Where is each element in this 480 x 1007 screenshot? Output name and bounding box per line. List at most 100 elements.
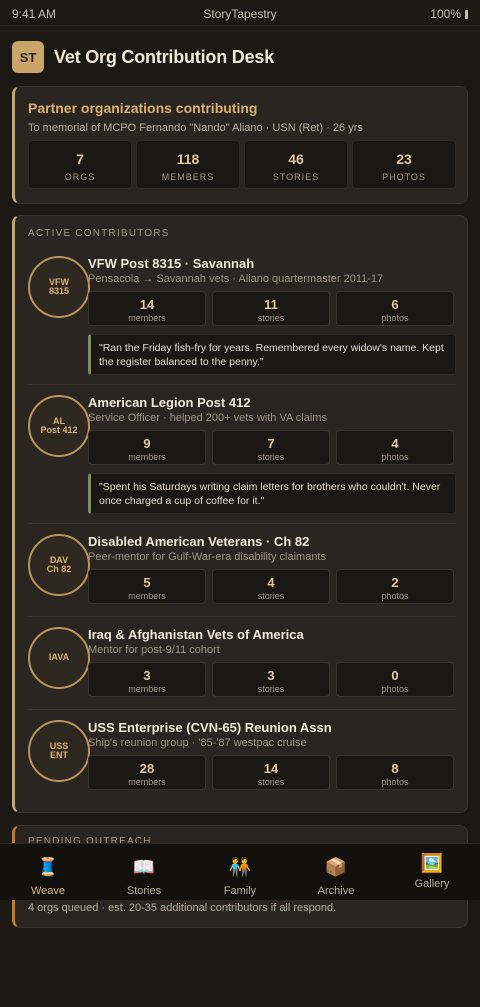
org-stat-members[interactable]: 3 members <box>88 662 206 697</box>
tab-family[interactable]: 🧑‍🤝‍🧑 Family <box>192 844 288 900</box>
stat-value: 5 <box>143 575 151 590</box>
tab-archive[interactable]: 📦 Archive <box>288 844 384 900</box>
summary-card: Partner organizations contributing To me… <box>12 86 468 204</box>
org-subtitle: Peer-mentor for Gulf-War-era disability … <box>88 551 326 563</box>
tab-weave[interactable]: 🧵 Weave <box>0 844 96 900</box>
stat-value: 0 <box>391 668 399 683</box>
stat-label: members <box>128 684 166 694</box>
tab-stories[interactable]: 📖 Stories <box>96 844 192 900</box>
stat-label: stories <box>257 452 285 462</box>
org-iava[interactable]: IAVA Iraq & Afghanistan Vets of America … <box>28 627 456 702</box>
stat-stories[interactable]: 46 STORIES <box>244 140 348 189</box>
org-stat-members[interactable]: 9 members <box>88 430 206 465</box>
contributors-card: ACTIVE CONTRIBUTORS VFW 8315 VFW Post 83… <box>12 215 468 813</box>
org-name: VFW Post 8315 · Savannah <box>88 256 255 271</box>
tab-label: Archive <box>317 885 355 897</box>
org-name: Disabled American Veterans · Ch 82 <box>88 534 310 549</box>
divider <box>28 384 456 385</box>
divider <box>28 616 456 617</box>
tab-label: Family <box>223 885 257 897</box>
stat-value: 28 <box>139 761 155 776</box>
stat-label: stories <box>257 777 285 787</box>
org-subtitle: Service Officer · helped 200+ vets with … <box>88 412 327 424</box>
org-dav-ch82[interactable]: DAV Ch 82 Disabled American Veterans · C… <box>28 534 456 609</box>
pending-summary: 4 orgs queued · est. 20-35 additional co… <box>28 902 337 914</box>
box-icon: 📦 <box>324 857 348 877</box>
status-app-name: StoryTapestry <box>203 7 277 21</box>
battery-icon <box>465 9 468 19</box>
stat-label: photos <box>381 313 409 323</box>
org-badge: AL Post 412 <box>28 395 90 457</box>
org-badge: DAV Ch 82 <box>28 534 90 596</box>
stat-value: 4 <box>391 436 399 451</box>
picture-icon: 🖼️ <box>420 853 444 873</box>
org-stat-members[interactable]: 28 members <box>88 755 206 790</box>
org-stat-stories[interactable]: 7 stories <box>212 430 330 465</box>
org-stat-stories[interactable]: 4 stories <box>212 569 330 604</box>
tab-gallery[interactable]: 🖼️ Gallery <box>384 844 480 900</box>
stat-value: 9 <box>143 436 151 451</box>
org-quote: "Spent his Saturdays writing claim lette… <box>88 473 456 514</box>
tab-bar: 🧵 Weave 📖 Stories 🧑‍🤝‍🧑 Family 📦 Archive… <box>0 843 480 900</box>
stat-members[interactable]: 118 MEMBERS <box>136 140 240 189</box>
stat-label: members <box>128 777 166 787</box>
status-bar: 9:41 AM StoryTapestry 100% <box>0 0 480 26</box>
org-stat-photos[interactable]: 2 photos <box>336 569 454 604</box>
summary-stats: 7 ORGS 118 MEMBERS 46 STORIES 23 PHOTOS <box>28 140 456 189</box>
org-stat-photos[interactable]: 8 photos <box>336 755 454 790</box>
org-stats: 5 members 4 stories 2 photos <box>88 569 454 604</box>
org-stat-stories[interactable]: 11 stories <box>212 291 330 326</box>
org-vfw-8315[interactable]: VFW 8315 VFW Post 8315 · Savannah Pensac… <box>28 256 456 383</box>
stat-value: 3 <box>143 668 151 683</box>
app-logo[interactable]: ST <box>12 41 44 73</box>
stat-label: ORGS <box>64 172 96 182</box>
org-stat-stories[interactable]: 14 stories <box>212 755 330 790</box>
org-name: American Legion Post 412 <box>88 395 251 410</box>
org-stat-members[interactable]: 14 members <box>88 291 206 326</box>
org-uss-enterprise[interactable]: USS ENT USS Enterprise (CVN-65) Reunion … <box>28 720 456 795</box>
stat-value: 4 <box>267 575 275 590</box>
stat-value: 118 <box>176 151 200 167</box>
tab-label: Gallery <box>414 878 450 890</box>
org-stats: 3 members 3 stories 0 photos <box>88 662 454 697</box>
org-stat-photos[interactable]: 4 photos <box>336 430 454 465</box>
stat-label: members <box>128 313 166 323</box>
stat-label: stories <box>257 313 285 323</box>
stat-value: 7 <box>76 151 84 167</box>
stat-value: 46 <box>288 151 304 167</box>
stat-label: members <box>128 591 166 601</box>
stat-value: 7 <box>267 436 275 451</box>
tab-label: Stories <box>126 885 162 897</box>
book-icon: 📖 <box>132 857 156 877</box>
stat-label: STORIES <box>272 172 320 182</box>
org-stat-members[interactable]: 5 members <box>88 569 206 604</box>
divider <box>28 709 456 710</box>
org-subtitle: Mentor for post-9/11 cohort <box>88 644 220 656</box>
org-subtitle: Pensacola → Savannah vets · Aliano quart… <box>88 273 384 285</box>
battery-level: 100% <box>430 7 461 21</box>
org-quote: "Ran the Friday fish-fry for years. Reme… <box>88 334 456 375</box>
stat-orgs[interactable]: 7 ORGS <box>28 140 132 189</box>
stat-label: photos <box>381 591 409 601</box>
spool-icon: 🧵 <box>36 857 60 877</box>
stat-value: 8 <box>391 761 399 776</box>
org-subtitle: Ship's reunion group · '85-'87 westpac c… <box>88 737 307 749</box>
stat-photos[interactable]: 23 PHOTOS <box>352 140 456 189</box>
org-badge: IAVA <box>28 627 90 689</box>
stat-value: 11 <box>264 297 278 312</box>
summary-subtitle: To memorial of MCPO Fernando "Nando" Ali… <box>28 122 363 134</box>
family-icon: 🧑‍🤝‍🧑 <box>228 857 252 877</box>
stat-label: PHOTOS <box>382 172 426 182</box>
org-stat-stories[interactable]: 3 stories <box>212 662 330 697</box>
page-title: Vet Org Contribution Desk <box>54 46 275 67</box>
org-stats: 28 members 14 stories 8 photos <box>88 755 454 790</box>
stat-label: stories <box>257 591 285 601</box>
stat-label: photos <box>381 452 409 462</box>
org-name: USS Enterprise (CVN-65) Reunion Assn <box>88 720 332 735</box>
divider <box>28 523 456 524</box>
stat-value: 6 <box>391 297 399 312</box>
org-american-legion-412[interactable]: AL Post 412 American Legion Post 412 Ser… <box>28 395 456 522</box>
org-stat-photos[interactable]: 6 photos <box>336 291 454 326</box>
org-stats: 14 members 11 stories 6 photos <box>88 291 454 326</box>
org-stat-photos[interactable]: 0 photos <box>336 662 454 697</box>
